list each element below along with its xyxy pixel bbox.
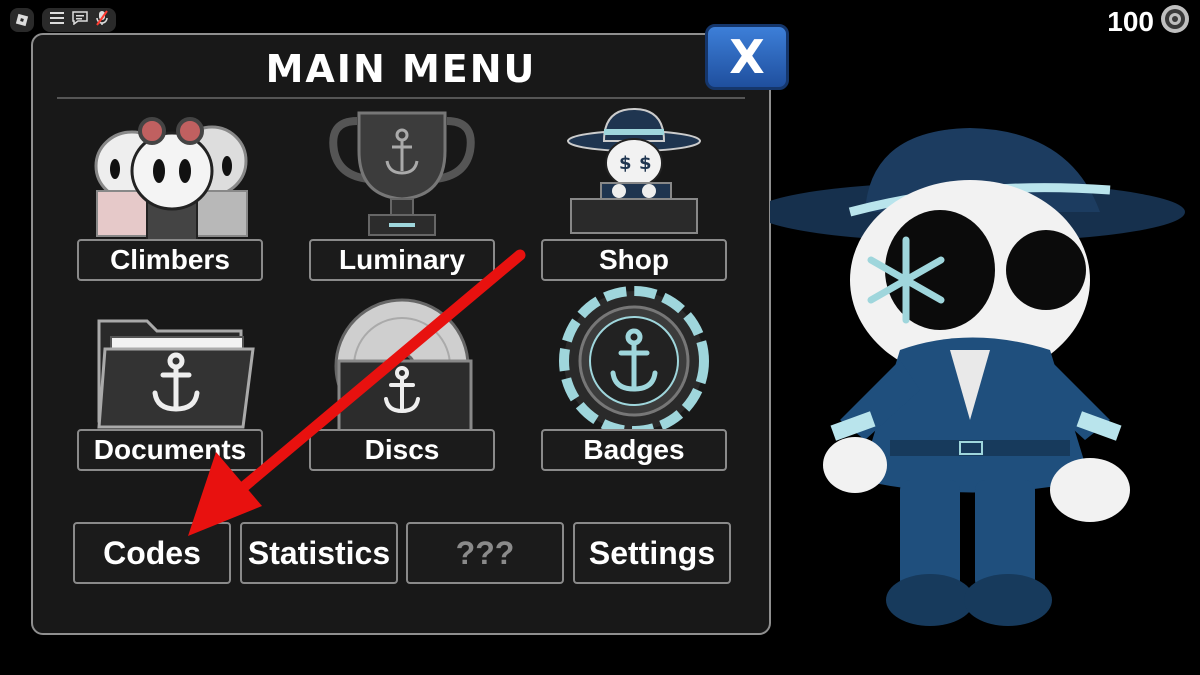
shop-icon: $ $: [567, 107, 701, 234]
statistics-button[interactable]: Statistics: [240, 522, 398, 584]
currency-display: 100: [1107, 4, 1190, 39]
currency-value: 100: [1107, 5, 1154, 37]
topbar-controls: [42, 8, 116, 32]
main-menu-panel: MAIN MENU Climbers Luminary $ $ Shop Doc…: [31, 33, 771, 635]
documents-label: Documents: [77, 429, 263, 471]
badge-icon: [559, 286, 709, 431]
microphone-muted-icon[interactable]: [96, 9, 108, 31]
settings-button[interactable]: Settings: [573, 522, 731, 584]
locked-button[interactable]: ???: [406, 522, 564, 584]
coin-icon: [1160, 4, 1190, 39]
close-button[interactable]: X: [705, 24, 789, 90]
roblox-logo-icon[interactable]: [10, 8, 34, 32]
shop-label: Shop: [541, 239, 727, 281]
luminary-tile[interactable]: Luminary: [309, 91, 495, 281]
folder-icon: [97, 319, 255, 429]
discs-label: Discs: [309, 429, 495, 471]
badges-tile[interactable]: Badges: [541, 281, 727, 471]
luminary-label: Luminary: [309, 239, 495, 281]
discs-tile[interactable]: Discs: [309, 281, 495, 471]
character-avatar: [770, 128, 1185, 626]
chat-icon[interactable]: [72, 10, 88, 30]
climbers-tile[interactable]: Climbers: [77, 91, 263, 281]
disc-icon: [334, 298, 473, 431]
svg-text:$: $: [639, 153, 652, 174]
main-menu-title: MAIN MENU: [265, 47, 537, 91]
documents-tile[interactable]: Documents: [77, 281, 263, 471]
codes-button[interactable]: Codes: [73, 522, 231, 584]
climbers-icon: [94, 117, 248, 241]
badges-label: Badges: [541, 429, 727, 471]
hamburger-menu-icon[interactable]: [50, 11, 64, 29]
shop-tile[interactable]: $ $ Shop: [541, 91, 727, 281]
trophy-icon: [329, 111, 475, 236]
svg-text:$: $: [619, 153, 632, 174]
climbers-label: Climbers: [77, 239, 263, 281]
roblox-topbar: [10, 8, 116, 32]
